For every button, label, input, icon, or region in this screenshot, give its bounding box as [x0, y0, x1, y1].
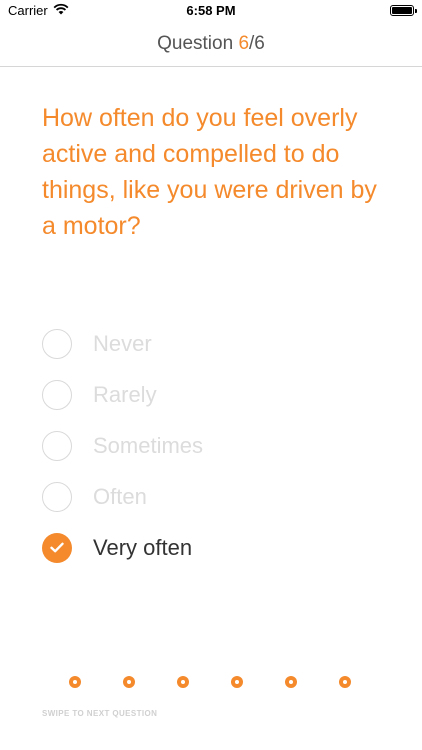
radio-unchecked-icon[interactable]	[42, 430, 72, 461]
option-very-often[interactable]: Very often	[42, 522, 392, 573]
page-indicator	[69, 676, 351, 688]
radio-unchecked-icon[interactable]	[42, 328, 72, 359]
option-label: Very often	[93, 534, 193, 560]
option-label: Sometimes	[93, 432, 204, 458]
option-label: Never	[93, 330, 152, 356]
radio-unchecked-icon[interactable]	[42, 379, 72, 410]
option-often[interactable]: Often	[42, 471, 392, 522]
option-label: Rarely	[93, 381, 157, 407]
option-never[interactable]: Never	[42, 318, 392, 369]
nav-prefix: Question	[157, 33, 239, 54]
status-bar: Carrier 6:58 PM	[0, 0, 422, 22]
page-dot[interactable]	[69, 676, 81, 688]
status-time: 6:58 PM	[186, 3, 236, 18]
option-rarely[interactable]: Rarely	[42, 369, 392, 420]
swipe-hint: SWIPE TO NEXT QUESTION	[42, 709, 158, 718]
option-sometimes[interactable]: Sometimes	[42, 420, 392, 471]
nav-title: Question 6/6	[157, 33, 265, 54]
page-dot[interactable]	[339, 676, 351, 688]
option-label: Often	[93, 483, 147, 509]
question-text: How often do you feel overly active and …	[42, 104, 377, 240]
radio-checked-icon[interactable]	[42, 532, 72, 563]
question-total-number: 6	[254, 33, 265, 54]
battery-icon	[390, 5, 417, 16]
page-dot[interactable]	[123, 676, 135, 688]
page-dot[interactable]	[177, 676, 189, 688]
checkmark-icon	[50, 542, 64, 553]
page-dot[interactable]	[285, 676, 297, 688]
nav-bar: Question 6/6	[0, 22, 422, 67]
battery-fill	[392, 7, 412, 14]
answer-options: Never Rarely Sometimes Often Very often	[42, 318, 392, 573]
page-dot[interactable]	[231, 676, 243, 688]
question-current-number: 6	[238, 33, 250, 54]
radio-unchecked-icon[interactable]	[42, 481, 72, 512]
